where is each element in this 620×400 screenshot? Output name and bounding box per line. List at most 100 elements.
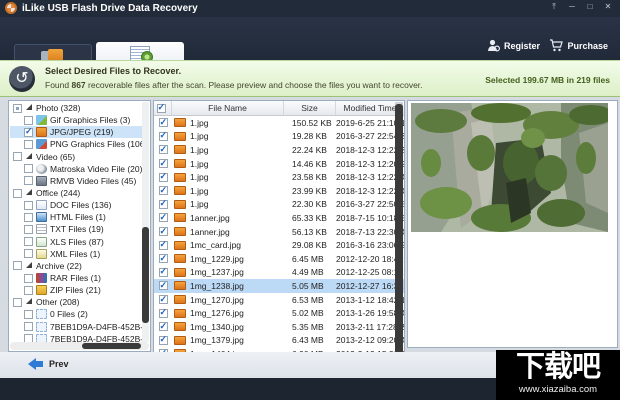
checkbox[interactable] bbox=[24, 237, 33, 246]
checkbox[interactable] bbox=[24, 334, 33, 342]
row-checkbox[interactable] bbox=[159, 295, 168, 304]
tree-group[interactable]: Archive (22) bbox=[10, 260, 142, 272]
checkbox[interactable] bbox=[24, 249, 33, 258]
tree-group[interactable]: Office (244) bbox=[10, 187, 142, 199]
table-row[interactable]: 1.jpg22.30 KB2016-3-27 22:50:50 bbox=[154, 198, 404, 212]
table-row[interactable]: 1.jpg150.52 KB2019-6-25 21:10:14 bbox=[154, 116, 404, 130]
row-checkbox[interactable] bbox=[159, 268, 168, 277]
row-checkbox[interactable] bbox=[159, 336, 168, 345]
tree-item[interactable]: DOC Files (136) bbox=[10, 199, 142, 211]
tree-item[interactable]: Gif Graphics Files (3) bbox=[10, 114, 142, 126]
checkbox[interactable] bbox=[24, 225, 33, 234]
row-checkbox[interactable] bbox=[159, 159, 168, 168]
table-row[interactable]: 1mg_1229.jpg6.45 MB2012-12-20 18:48:22 bbox=[154, 252, 404, 266]
maximize-icon[interactable]: □ bbox=[583, 1, 597, 13]
table-row[interactable]: 1anner.jpg65.33 KB2018-7-15 10:18:58 bbox=[154, 211, 404, 225]
tree-item[interactable]: RAR Files (1) bbox=[10, 272, 142, 284]
table-row[interactable]: 1mg_1237.jpg4.49 MB2012-12-25 08:18:26 bbox=[154, 266, 404, 280]
table-row[interactable]: 1.jpg14.46 KB2018-12-3 12:20:28 bbox=[154, 157, 404, 171]
table-vertical-scrollbar[interactable] bbox=[395, 102, 403, 356]
row-checkbox[interactable] bbox=[159, 227, 168, 236]
table-row[interactable]: 1.jpg19.28 KB2016-3-27 22:54:34 bbox=[154, 130, 404, 144]
share-icon[interactable]: ⤒ bbox=[547, 1, 561, 13]
tree-item[interactable]: XML Files (1) bbox=[10, 248, 142, 260]
table-row[interactable]: 1mg_1276.jpg5.02 MB2013-1-26 19:58:40 bbox=[154, 306, 404, 320]
row-checkbox[interactable] bbox=[159, 241, 168, 250]
column-size[interactable]: Size bbox=[284, 101, 336, 115]
expand-arrow-icon[interactable] bbox=[26, 104, 32, 110]
checkbox[interactable] bbox=[24, 274, 33, 283]
checkbox[interactable] bbox=[24, 128, 33, 137]
scrollbar-thumb[interactable] bbox=[142, 227, 149, 323]
tree-item[interactable]: TXT Files (19) bbox=[10, 223, 142, 235]
row-checkbox[interactable] bbox=[159, 322, 168, 331]
tree-item[interactable]: Matroska Video File (20) bbox=[10, 163, 142, 175]
expand-arrow-icon[interactable] bbox=[26, 298, 32, 304]
column-modified-time[interactable]: Modified Time bbox=[336, 101, 404, 115]
column-file-name[interactable]: File Name bbox=[172, 101, 284, 115]
tree-item[interactable]: ZIP Files (21) bbox=[10, 284, 142, 296]
jpg-file-icon bbox=[36, 127, 47, 137]
tree-group[interactable]: Video (65) bbox=[10, 151, 142, 163]
checkbox[interactable] bbox=[24, 116, 33, 125]
row-checkbox[interactable] bbox=[159, 281, 168, 290]
table-row[interactable]: 1anner.jpg56.13 KB2018-7-13 22:30:48 bbox=[154, 225, 404, 239]
expand-arrow-icon[interactable] bbox=[26, 153, 32, 159]
tree-group[interactable]: Other (208) bbox=[10, 296, 142, 308]
checkbox[interactable] bbox=[24, 201, 33, 210]
row-checkbox[interactable] bbox=[159, 145, 168, 154]
jpeg-image-icon bbox=[174, 227, 186, 236]
table-row[interactable]: 1mg_1379.jpg6.43 MB2013-2-12 09:20:40 bbox=[154, 334, 404, 348]
tree-item[interactable]: 0 Files (2) bbox=[10, 308, 142, 320]
tree-horizontal-scrollbar[interactable] bbox=[10, 342, 149, 350]
tree-item[interactable]: 7BEB1D9A-D4FB-452B-8B1B-A1CEC7D2 bbox=[10, 333, 142, 342]
register-button[interactable]: Register bbox=[487, 39, 540, 52]
tree-item[interactable]: JPG/JPEG (219) bbox=[10, 126, 142, 138]
minimize-icon[interactable]: ─ bbox=[565, 1, 579, 13]
table-row[interactable]: 1mc_card.jpg29.08 KB2016-3-16 23:06:28 bbox=[154, 238, 404, 252]
checkbox[interactable] bbox=[24, 286, 33, 295]
checkbox[interactable] bbox=[13, 104, 22, 113]
table-row[interactable]: 1.jpg23.99 KB2018-12-3 12:22:42 bbox=[154, 184, 404, 198]
tree-vertical-scrollbar[interactable] bbox=[142, 102, 149, 342]
row-checkbox[interactable] bbox=[159, 200, 168, 209]
checkbox[interactable] bbox=[13, 298, 22, 307]
checkbox[interactable] bbox=[24, 164, 33, 173]
checkbox[interactable] bbox=[13, 152, 22, 161]
file-size: 29.08 KB bbox=[284, 240, 336, 250]
expand-arrow-icon[interactable] bbox=[26, 189, 32, 195]
tree-item[interactable]: XLS Files (87) bbox=[10, 236, 142, 248]
table-row[interactable]: 1mg_1270.jpg6.53 MB2013-1-12 18:42:12 bbox=[154, 293, 404, 307]
checkbox[interactable] bbox=[13, 189, 22, 198]
row-checkbox[interactable] bbox=[159, 132, 168, 141]
row-checkbox[interactable] bbox=[159, 173, 168, 182]
expand-arrow-icon[interactable] bbox=[26, 262, 32, 268]
checkbox[interactable] bbox=[24, 176, 33, 185]
checkbox[interactable] bbox=[24, 322, 33, 331]
table-row[interactable]: 1.jpg22.24 KB2018-12-3 12:22:34 bbox=[154, 143, 404, 157]
tree-item[interactable]: RMVB Video Files (45) bbox=[10, 175, 142, 187]
checkbox[interactable] bbox=[24, 213, 33, 222]
table-row[interactable]: 1.jpg23.58 KB2018-12-3 12:22:45 bbox=[154, 170, 404, 184]
tree-group[interactable]: Photo (328) bbox=[10, 102, 142, 114]
checkbox[interactable] bbox=[24, 140, 33, 149]
select-all-checkbox[interactable] bbox=[157, 104, 166, 113]
table-row[interactable]: 1mg_1340.jpg5.35 MB2013-2-11 17:28:24 bbox=[154, 320, 404, 334]
tree-item[interactable]: 7BEB1D9A-D4FB-452B-8B1B-A1CEC7D2 bbox=[10, 321, 142, 333]
tree-item[interactable]: PNG Graphics Files (106) bbox=[10, 138, 142, 150]
tree-item[interactable]: HTML Files (1) bbox=[10, 211, 142, 223]
purchase-button[interactable]: Purchase bbox=[549, 39, 608, 52]
table-row[interactable]: 1mg_1238.jpg5.05 MB2012-12-27 16:38:46 bbox=[154, 279, 404, 293]
row-checkbox[interactable] bbox=[159, 309, 168, 318]
scrollbar-thumb[interactable] bbox=[395, 104, 403, 354]
row-checkbox[interactable] bbox=[159, 118, 168, 127]
checkbox[interactable] bbox=[13, 261, 22, 270]
scrollbar-thumb[interactable] bbox=[82, 343, 140, 349]
row-checkbox[interactable] bbox=[159, 186, 168, 195]
row-checkbox[interactable] bbox=[159, 254, 168, 263]
close-icon[interactable]: ✕ bbox=[601, 1, 615, 13]
file-name: 1mg_1238.jpg bbox=[190, 281, 244, 291]
row-checkbox[interactable] bbox=[159, 213, 168, 222]
prev-button[interactable]: Prev bbox=[28, 358, 69, 370]
checkbox[interactable] bbox=[24, 310, 33, 319]
